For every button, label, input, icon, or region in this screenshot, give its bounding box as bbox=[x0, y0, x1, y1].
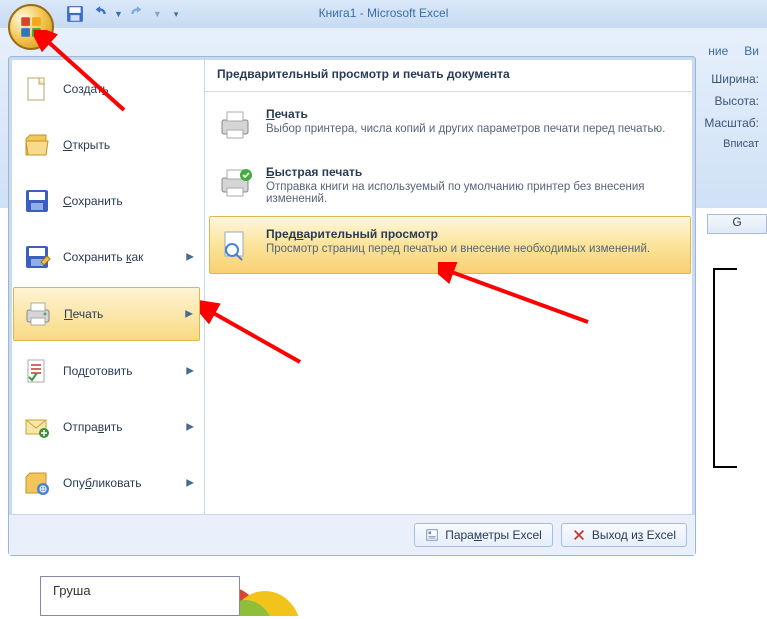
window-title: Книга1 - Microsoft Excel bbox=[319, 6, 449, 20]
redo-icon[interactable] bbox=[129, 5, 147, 23]
menu-item-подготовить[interactable]: Подготовить ▶ bbox=[13, 345, 200, 397]
office-menu-right: Предварительный просмотр и печать докуме… bbox=[205, 57, 695, 514]
chevron-right-icon: ▶ bbox=[185, 309, 193, 320]
chevron-right-icon: ▶ bbox=[186, 252, 194, 263]
button-label: Параметры Excel bbox=[445, 528, 542, 542]
menu-item-label: Подготовить bbox=[63, 364, 132, 378]
quick-access-toolbar: ▼ ▼ ▾ bbox=[66, 5, 178, 23]
height-label: Высота: bbox=[714, 94, 759, 108]
options-icon bbox=[425, 528, 439, 542]
excel-options-button[interactable]: Параметры Excel bbox=[414, 523, 553, 547]
menu-item-label: Отправить bbox=[63, 420, 123, 434]
menu-item-сохранить[interactable]: Сохранить bbox=[13, 175, 200, 227]
menu-item-label: Открыть bbox=[63, 138, 110, 152]
tab-fragment[interactable]: ние bbox=[708, 44, 728, 58]
tab-fragment[interactable]: Ви bbox=[744, 44, 759, 58]
fit-label: Вписат bbox=[723, 138, 759, 150]
submenu-item-0[interactable]: Печать Выбор принтера, числа копий и друг… bbox=[209, 96, 691, 154]
office-button[interactable] bbox=[8, 4, 54, 50]
menu-item-icon bbox=[21, 411, 53, 443]
menu-item-создать[interactable]: Создать bbox=[13, 63, 200, 115]
column-header[interactable]: G bbox=[707, 214, 767, 234]
office-menu-left: СоздатьОткрытьСохранитьСохранить как▶Печ… bbox=[9, 57, 205, 514]
undo-icon[interactable] bbox=[90, 5, 108, 23]
menu-item-label: Опубликовать bbox=[63, 476, 141, 490]
close-icon bbox=[572, 528, 586, 542]
width-label: Ширина: bbox=[711, 72, 759, 86]
submenu-item-icon bbox=[218, 227, 254, 263]
dropdown-caret-icon[interactable]: ▼ bbox=[153, 9, 162, 19]
submenu-item-desc: Выбор принтера, числа копий и других пар… bbox=[266, 123, 682, 135]
qat-customize-icon[interactable]: ▾ bbox=[174, 9, 179, 20]
chevron-right-icon: ▶ bbox=[186, 422, 194, 433]
submenu-item-title: Предварительный просмотр bbox=[266, 227, 682, 241]
menu-item-label: Сохранить bbox=[63, 194, 123, 208]
menu-item-сохранить-как[interactable]: Сохранить как ▶ bbox=[13, 231, 200, 283]
menu-item-label: Печать bbox=[64, 307, 103, 321]
submenu-item-title: Печать bbox=[266, 107, 682, 121]
selected-cell-border bbox=[713, 268, 737, 468]
submenu-item-icon bbox=[218, 107, 254, 143]
page-setup-labels: Ширина: Высота: Масштаб: Вписат bbox=[704, 72, 759, 150]
menu-item-icon bbox=[21, 73, 53, 105]
submenu-item-title: Быстрая печать bbox=[266, 165, 682, 179]
scale-label: Масштаб: bbox=[704, 116, 759, 130]
office-menu: СоздатьОткрытьСохранитьСохранить как▶Печ… bbox=[8, 56, 696, 556]
menu-item-опубликовать[interactable]: Опубликовать ▶ bbox=[13, 457, 200, 509]
save-icon[interactable] bbox=[66, 5, 84, 23]
menu-item-label: Создать bbox=[63, 82, 109, 96]
chevron-right-icon: ▶ bbox=[186, 366, 194, 377]
menu-item-icon bbox=[21, 185, 53, 217]
button-label: Выход из Excel bbox=[592, 528, 676, 542]
submenu-item-2[interactable]: Предварительный просмотр Просмотр страниц… bbox=[209, 216, 691, 274]
submenu-header: Предварительный просмотр и печать докуме… bbox=[205, 57, 695, 92]
title-bar: ▼ ▼ ▾ Книга1 - Microsoft Excel bbox=[0, 0, 767, 28]
submenu-item-1[interactable]: Быстрая печать Отправка книги на использу… bbox=[209, 154, 691, 216]
submenu-list: Печать Выбор принтера, числа копий и друг… bbox=[205, 92, 695, 278]
menu-item-icon bbox=[22, 298, 54, 330]
submenu-item-desc: Отправка книги на используемый по умолча… bbox=[266, 181, 682, 205]
menu-item-закрыть[interactable]: Закрыть bbox=[13, 513, 200, 514]
menu-item-label: Сохранить как bbox=[63, 250, 143, 264]
office-menu-footer: Параметры Excel Выход из Excel bbox=[9, 514, 695, 555]
menu-item-отправить[interactable]: Отправить ▶ bbox=[13, 401, 200, 453]
submenu-item-icon bbox=[218, 165, 254, 201]
menu-item-печать[interactable]: Печать ▶ bbox=[13, 287, 200, 341]
menu-item-icon bbox=[21, 241, 53, 273]
chevron-right-icon: ▶ bbox=[186, 478, 194, 489]
dropdown-caret-icon[interactable]: ▼ bbox=[114, 9, 123, 19]
menu-item-icon bbox=[21, 467, 53, 499]
ribbon-tabs-partial: ние Ви bbox=[708, 44, 759, 58]
menu-item-icon bbox=[21, 355, 53, 387]
exit-excel-button[interactable]: Выход из Excel bbox=[561, 523, 687, 547]
cell-value: Груша bbox=[40, 576, 240, 616]
submenu-item-desc: Просмотр страниц перед печатью и внесени… bbox=[266, 243, 682, 255]
menu-item-icon bbox=[21, 129, 53, 161]
menu-item-открыть[interactable]: Открыть bbox=[13, 119, 200, 171]
